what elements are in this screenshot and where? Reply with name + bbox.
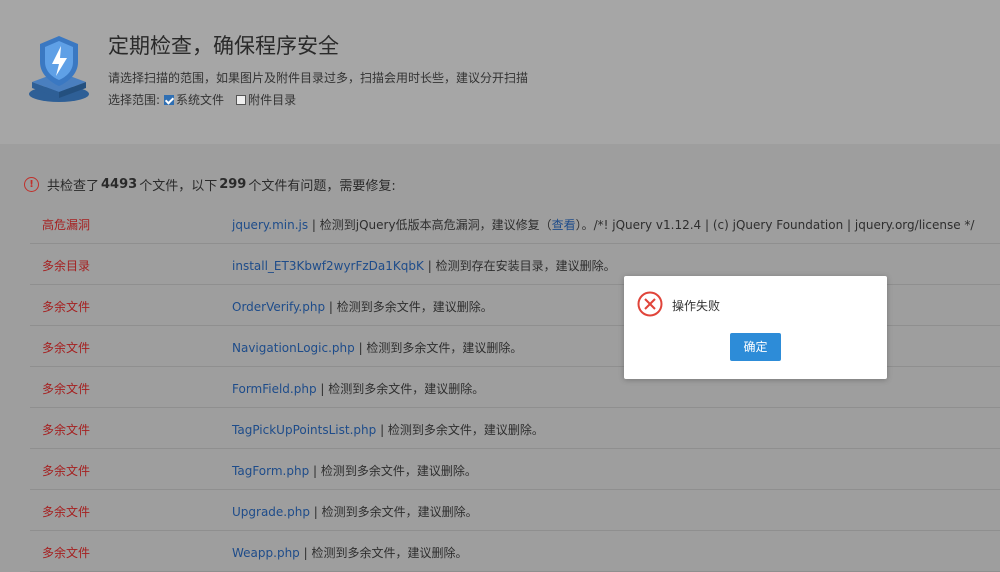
issue-message: | 检测到多余文件，建议删除。	[309, 505, 478, 519]
issue-file: jquery.min.js	[232, 218, 309, 232]
warning-icon: !	[24, 177, 39, 192]
issue-type: 多余文件	[42, 300, 91, 314]
view-link[interactable]: 查看	[552, 218, 576, 232]
summary-issues: 299	[219, 177, 247, 192]
error-dialog: 操作失败 确定	[624, 276, 887, 379]
summary-suffix: 个文件有问题，需要修复:	[248, 179, 396, 194]
result-row: 多余文件 Weapp.php | 检测到多余文件，建议删除。	[30, 531, 1000, 572]
issue-detail: TagPickUpPointsList.php | 检测到多余文件，建议删除。	[232, 421, 544, 438]
issue-file: TagPickUpPointsList.php	[232, 423, 377, 437]
scan-header: 定期检查，确保程序安全 请选择扫描的范围，如果图片及附件目录过多，扫描会用时长些…	[0, 0, 1000, 144]
result-row: 高危漏洞 jquery.min.js | 检测到jQuery低版本高危漏洞，建议…	[30, 203, 1000, 244]
scan-scope: 选择范围: 系统文件 附件目录	[108, 91, 296, 108]
summary-middle: 个文件，以下	[139, 179, 218, 194]
confirm-button[interactable]: 确定	[730, 333, 781, 361]
issue-type: 高危漏洞	[42, 218, 91, 232]
issue-detail: FormField.php | 检测到多余文件，建议删除。	[232, 380, 484, 397]
result-row: 多余文件 TagPickUpPointsList.php | 检测到多余文件，建…	[30, 408, 1000, 449]
issue-type: 多余文件	[42, 505, 91, 519]
issue-detail: OrderVerify.php | 检测到多余文件，建议删除。	[232, 298, 493, 315]
issue-detail: install_ET3Kbwf2wyrFzDa1KqbK | 检测到存在安装目录…	[232, 257, 616, 274]
scan-summary: ! 共检查了 4493 个文件，以下 299 个文件有问题，需要修复:	[24, 175, 396, 194]
issue-file: OrderVerify.php	[232, 300, 326, 314]
issue-detail: Upgrade.php | 检测到多余文件，建议删除。	[232, 503, 478, 520]
issue-type: 多余文件	[42, 464, 91, 478]
issue-message: | 检测到多余文件，建议删除。	[316, 382, 485, 396]
issue-message: | 检测到多余文件，建议删除。	[309, 464, 477, 478]
result-row: 多余文件 TagForm.php | 检测到多余文件，建议删除。	[30, 449, 1000, 490]
system-files-label[interactable]: 系统文件	[176, 91, 224, 108]
attachment-dir-checkbox[interactable]	[236, 94, 247, 105]
result-row: 多余文件 Upgrade.php | 检测到多余文件，建议删除。	[30, 490, 1000, 531]
page-title: 定期检查，确保程序安全	[108, 34, 339, 58]
scan-description: 请选择扫描的范围，如果图片及附件目录过多，扫描会用时长些，建议分开扫描	[108, 71, 529, 85]
issue-extra: ）。/*! jQuery v1.12.4 | (c) jQuery Founda…	[575, 218, 975, 232]
issue-file: Weapp.php	[232, 546, 300, 560]
issue-type: 多余目录	[42, 259, 91, 273]
issue-detail: jquery.min.js | 检测到jQuery低版本高危漏洞，建议修复（查看…	[232, 216, 974, 233]
issue-message: | 检测到多余文件，建议删除。	[376, 423, 544, 437]
issue-message: | 检测到jQuery低版本高危漏洞，建议修复（	[308, 218, 552, 232]
dialog-message: 操作失败	[672, 299, 721, 313]
summary-total: 4493	[101, 177, 138, 192]
issue-message: | 检测到多余文件，建议删除。	[325, 300, 493, 314]
attachment-dir-label[interactable]: 附件目录	[248, 91, 296, 108]
scope-label: 选择范围:	[108, 93, 161, 107]
error-x-icon	[637, 291, 663, 317]
issue-detail: TagForm.php | 检测到多余文件，建议删除。	[232, 462, 477, 479]
issue-file: Upgrade.php	[232, 505, 310, 519]
issue-type: 多余文件	[42, 382, 91, 396]
issue-message: | 检测到多余文件，建议删除。	[299, 546, 468, 560]
system-files-checkbox[interactable]	[164, 94, 175, 105]
issue-file: TagForm.php	[232, 464, 310, 478]
issue-file: NavigationLogic.php	[232, 341, 355, 355]
security-shield-logo-icon	[29, 36, 89, 102]
issue-type: 多余文件	[42, 423, 91, 437]
issue-type: 多余文件	[42, 546, 91, 560]
summary-prefix: 共检查了	[47, 179, 100, 194]
issue-type: 多余文件	[42, 341, 91, 355]
issue-detail: Weapp.php | 检测到多余文件，建议删除。	[232, 544, 467, 561]
issue-message: | 检测到多余文件，建议删除。	[354, 341, 523, 355]
issue-message: | 检测到存在安装目录，建议删除。	[423, 259, 616, 273]
issue-detail: NavigationLogic.php | 检测到多余文件，建议删除。	[232, 339, 522, 356]
issue-file: install_ET3Kbwf2wyrFzDa1KqbK	[232, 259, 424, 273]
issue-file: FormField.php	[232, 382, 317, 396]
